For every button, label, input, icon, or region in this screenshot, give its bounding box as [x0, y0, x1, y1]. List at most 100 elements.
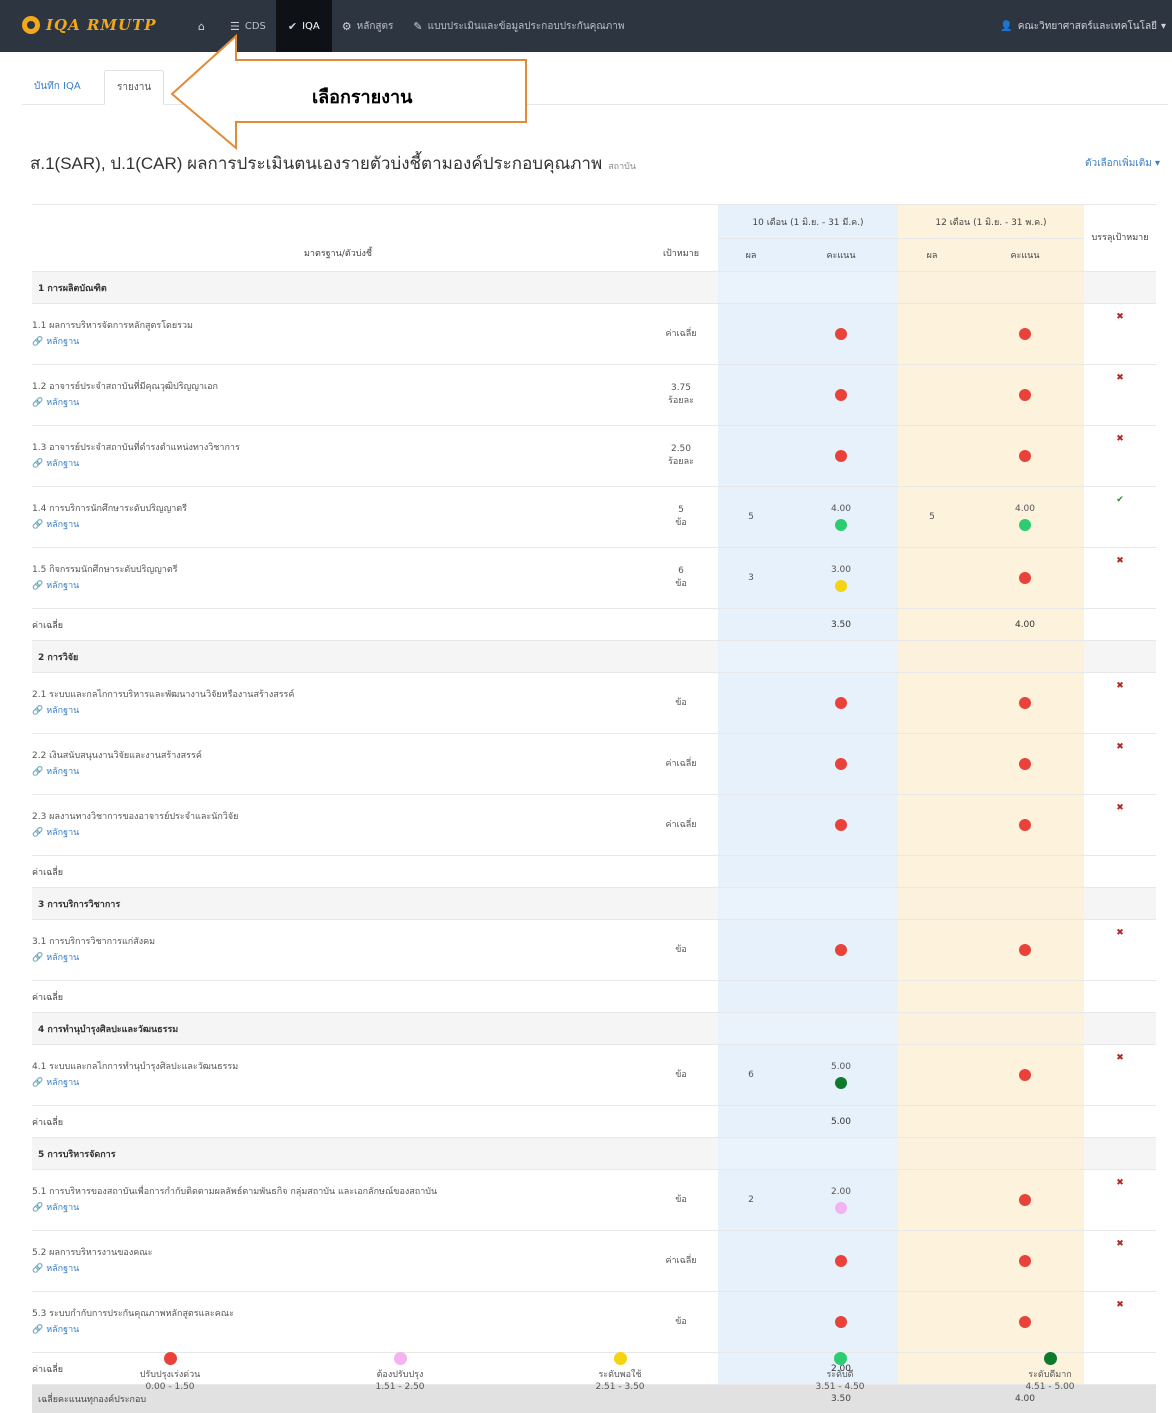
header-period-10: 10 เดือน (1 มิ.ย. - 31 มี.ค.) [718, 205, 898, 239]
average-empty [718, 856, 784, 888]
result-10 [718, 920, 784, 981]
indicator-cell: 1.2 อาจารย์ประจำสถาบันที่มีคุณวุฒิปริญญา… [32, 365, 644, 426]
category-cell [718, 641, 784, 673]
result-12 [898, 734, 966, 795]
score-dot [1019, 1255, 1031, 1267]
indicator-cell: 5.2 ผลการบริหารงานของคณะ🔗หลักฐาน [32, 1231, 644, 1292]
tab-record-iqa[interactable]: บันทึก IQA [22, 70, 93, 104]
score-dot [1019, 819, 1031, 831]
score-dot [835, 450, 847, 462]
score-10: 3.00 [784, 548, 898, 609]
result-10 [718, 795, 784, 856]
score-dot [835, 1316, 847, 1328]
result-10 [718, 365, 784, 426]
category-title: 3 การบริการวิชาการ [32, 888, 718, 920]
target-cell: 2.50ร้อยละ [644, 426, 718, 487]
indicator-cell: 2.2 เงินสนับสนุนงานวิจัยและงานสร้างสรรค์… [32, 734, 644, 795]
indicator-cell: 1.1 ผลการบริหารจัดการหลักสูตรโดยรวม🔗หลัก… [32, 304, 644, 365]
evidence-label: หลักฐาน [46, 953, 79, 963]
paperclip-icon: 🔗 [32, 520, 43, 530]
brand[interactable]: IQA RMUTP [22, 16, 157, 34]
score-dot [835, 580, 847, 592]
score-legend: ปรับปรุงเร่งด่วน0.00 - 1.50ต้องปรับปรุง1… [100, 1352, 1150, 1406]
evidence-link[interactable]: 🔗หลักฐาน [32, 1200, 644, 1216]
score-10-value: 3.00 [784, 562, 898, 578]
evidence-link[interactable]: 🔗หลักฐาน [32, 825, 644, 841]
indicator-name: 5.3 ระบบกำกับการประกันคุณภาพหลักสูตรและค… [32, 1306, 644, 1322]
cross-icon: ✖ [1084, 1170, 1156, 1231]
paperclip-icon: 🔗 [32, 398, 43, 408]
target-unit: ร้อยละ [644, 395, 718, 408]
options-dropdown[interactable]: ตัวเลือกเพิ่มเติม ▾ [1085, 156, 1160, 171]
evidence-link[interactable]: 🔗หลักฐาน [32, 1261, 644, 1277]
evidence-link[interactable]: 🔗หลักฐาน [32, 764, 644, 780]
evidence-link[interactable]: 🔗หลักฐาน [32, 703, 644, 719]
score-10-value: 5.00 [784, 1059, 898, 1075]
annotation-text: เลือกรายงาน [312, 82, 412, 111]
indicator-cell: 5.3 ระบบกำกับการประกันคุณภาพหลักสูตรและค… [32, 1292, 644, 1353]
paperclip-icon: 🔗 [32, 767, 43, 777]
page-title: ส.1(SAR), ป.1(CAR) ผลการประเมินตนเองรายต… [30, 150, 636, 177]
score-10: 5.00 [784, 1045, 898, 1106]
legend-range: 2.51 - 3.50 [550, 1381, 690, 1393]
cross-icon: ✖ [1084, 795, 1156, 856]
average-row: ค่าเฉลี่ย5.00 [32, 1106, 1156, 1138]
average-empty [644, 609, 718, 641]
category-cell [784, 641, 898, 673]
legend-range: 4.51 - 5.00 [980, 1381, 1120, 1393]
indicator-row: 1.1 ผลการบริหารจัดการหลักสูตรโดยรวม🔗หลัก… [32, 304, 1156, 365]
score-dot [835, 519, 847, 531]
target-value: 3.75 [644, 382, 718, 395]
result-12 [898, 548, 966, 609]
category-row: 5 การบริหารจัดการ [32, 1138, 1156, 1170]
evidence-link[interactable]: 🔗หลักฐาน [32, 1322, 644, 1338]
average-label: ค่าเฉลี่ย [32, 856, 644, 888]
evidence-link[interactable]: 🔗หลักฐาน [32, 517, 644, 533]
evidence-link[interactable]: 🔗หลักฐาน [32, 334, 644, 350]
legend-label: ระดับดีมาก [980, 1369, 1120, 1381]
legend-dot [164, 1352, 177, 1365]
category-row: 2 การวิจัย [32, 641, 1156, 673]
average-10 [784, 856, 898, 888]
indicator-row: 1.4 การบริการนักศึกษาระดับปริญญาตรี🔗หลัก… [32, 487, 1156, 548]
result-12 [898, 1231, 966, 1292]
legend-dot [1044, 1352, 1057, 1365]
user-menu[interactable]: 👤 คณะวิทยาศาสตร์และเทคโนโลยี ▾ [1000, 0, 1166, 52]
category-cell [966, 888, 1084, 920]
indicator-cell: 2.3 ผลงานทางวิชาการของอาจารย์ประจำและนัก… [32, 795, 644, 856]
evidence-link[interactable]: 🔗หลักฐาน [32, 950, 644, 966]
score-dot [835, 758, 847, 770]
indicator-cell: 1.3 อาจารย์ประจำสถาบันที่ดำรงตำแหน่งทางว… [32, 426, 644, 487]
category-cell [1084, 888, 1156, 920]
average-row: ค่าเฉลี่ย [32, 981, 1156, 1013]
evidence-link[interactable]: 🔗หลักฐาน [32, 1075, 644, 1091]
tab-report[interactable]: รายงาน [104, 70, 164, 105]
target-cell: ข้อ [644, 1045, 718, 1106]
average-empty [898, 609, 966, 641]
score-dot [835, 1255, 847, 1267]
category-title: 4 การทำนุบำรุงศิลปะและวัฒนธรรม [32, 1013, 718, 1045]
score-dot [835, 1077, 847, 1089]
score-dot [835, 1202, 847, 1214]
paperclip-icon: 🔗 [32, 1078, 43, 1088]
result-10 [718, 1292, 784, 1353]
indicator-name: 1.1 ผลการบริหารจัดการหลักสูตรโดยรวม [32, 318, 644, 334]
average-label: ค่าเฉลี่ย [32, 609, 644, 641]
category-cell [784, 888, 898, 920]
evidence-link[interactable]: 🔗หลักฐาน [32, 578, 644, 594]
category-cell [1084, 1013, 1156, 1045]
indicator-name: 2.2 เงินสนับสนุนงานวิจัยและงานสร้างสรรค์ [32, 748, 644, 764]
category-cell [1084, 1138, 1156, 1170]
evidence-link[interactable]: 🔗หลักฐาน [32, 456, 644, 472]
legend-range: 1.51 - 2.50 [330, 1381, 470, 1393]
evidence-link[interactable]: 🔗หลักฐาน [32, 395, 644, 411]
category-cell [784, 1013, 898, 1045]
target-value: ข้อ [644, 1194, 718, 1207]
score-dot [1019, 328, 1031, 340]
score-12 [966, 426, 1084, 487]
indicator-name: 3.1 การบริการวิชาการแก่สังคม [32, 934, 644, 950]
result-10 [718, 1231, 784, 1292]
evidence-label: หลักฐาน [46, 1325, 79, 1335]
result-12 [898, 1170, 966, 1231]
check-icon: ✔ [1084, 487, 1156, 548]
